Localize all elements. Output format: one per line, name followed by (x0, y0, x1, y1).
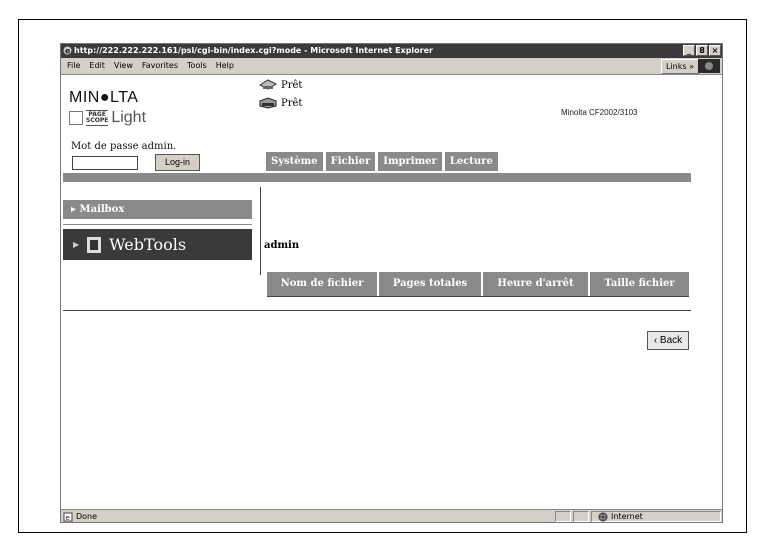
links-button[interactable]: Links » (661, 59, 699, 74)
security-zone: Internet (591, 511, 721, 522)
menu-bar: File Edit View Favorites Tools Help Link… (61, 58, 722, 75)
main-tabs: Système Fichier Imprimer Lecture (266, 152, 498, 171)
page-content: MIN●LTA PAGE SCOPE Light Mot de passe adm… (61, 75, 722, 507)
menu-items: File Edit View Favorites Tools Help (67, 58, 234, 74)
printer-status: Prêt (258, 79, 302, 91)
printer-status-text: Prêt (281, 79, 303, 91)
window-title: http://222.222.222.161/psl/cgi-bin/index… (74, 46, 433, 55)
pagescope-light: Light (111, 109, 147, 126)
status-bar: e Done Internet (61, 509, 722, 522)
svg-text:e: e (66, 514, 70, 522)
menu-help[interactable]: Help (216, 58, 234, 74)
column-heure-arret[interactable]: Heure d'arrêt (483, 272, 588, 296)
column-taille-fichier[interactable]: Taille fichier (590, 272, 689, 296)
menu-view[interactable]: View (114, 58, 133, 74)
header-divider-band (63, 173, 691, 182)
scanner-status-text: Prêt (281, 97, 303, 109)
column-pages-totales[interactable]: Pages totales (379, 272, 481, 296)
scanner-status: Prêt (258, 97, 302, 109)
zone-label: Internet (611, 511, 643, 521)
back-button[interactable]: ‹ Back (647, 331, 689, 350)
pagescope-scope: SCOPE (86, 117, 109, 124)
status-cell-1 (555, 511, 571, 522)
globe-icon (598, 512, 608, 521)
file-table-header: Nom de fichier Pages totales Heure d'arr… (267, 272, 689, 297)
svg-text:e: e (65, 47, 71, 56)
tab-lecture[interactable]: Lecture (444, 152, 498, 171)
window-controls: _ 8 × (683, 45, 721, 57)
column-nom-de-fichier[interactable]: Nom de fichier (267, 272, 377, 296)
login-button[interactable]: Log-in (155, 154, 200, 171)
fiery-icon (87, 236, 102, 253)
title-bar: e http://222.222.222.161/psl/cgi-bin/ind… (61, 44, 722, 58)
minolta-logo: MIN●LTA (69, 89, 139, 106)
webtools-button[interactable]: ▶ WebTools (63, 229, 252, 260)
printer-icon (258, 79, 278, 90)
pagescope-logo: PAGE SCOPE Light (69, 109, 146, 127)
device-name: Minolta CF2002/3103 (561, 108, 638, 117)
windows-logo-icon (698, 59, 720, 73)
close-button[interactable]: × (709, 45, 721, 56)
copier-icon (259, 97, 277, 109)
content-rule (63, 310, 691, 311)
sidebar-divider (260, 187, 261, 275)
status-text: Done (76, 512, 98, 521)
webtools-arrow-icon: ▶ (73, 240, 80, 249)
mailbox-label: Mailbox (79, 204, 125, 215)
admin-user-label: admin (264, 240, 300, 251)
page-icon: e (63, 512, 73, 522)
maximize-button[interactable]: 8 (696, 45, 708, 56)
browser-window: e http://222.222.222.161/psl/cgi-bin/ind… (60, 43, 723, 523)
pagescope-box: PAGE SCOPE (86, 110, 109, 126)
sidebar-item-mailbox[interactable]: ▸ Mailbox (63, 200, 252, 219)
status-done: e Done (63, 510, 98, 522)
internet-explorer-icon: e (63, 46, 72, 55)
menu-file[interactable]: File (67, 58, 80, 74)
pagescope-icon (69, 111, 83, 125)
admin-password-input[interactable] (72, 156, 138, 170)
tab-fichier[interactable]: Fichier (325, 152, 376, 171)
webtools-label: WebTools (109, 235, 187, 254)
minimize-button[interactable]: _ (683, 45, 695, 56)
tab-imprimer[interactable]: Imprimer (378, 152, 442, 171)
menu-edit[interactable]: Edit (89, 58, 105, 74)
menu-favorites[interactable]: Favorites (142, 58, 178, 74)
admin-password-label: Mot de passe admin. (71, 141, 177, 152)
menu-tools[interactable]: Tools (187, 58, 207, 74)
status-cell-2 (573, 511, 589, 522)
tab-systeme[interactable]: Système (266, 152, 323, 171)
sidebar-rule (63, 224, 252, 225)
